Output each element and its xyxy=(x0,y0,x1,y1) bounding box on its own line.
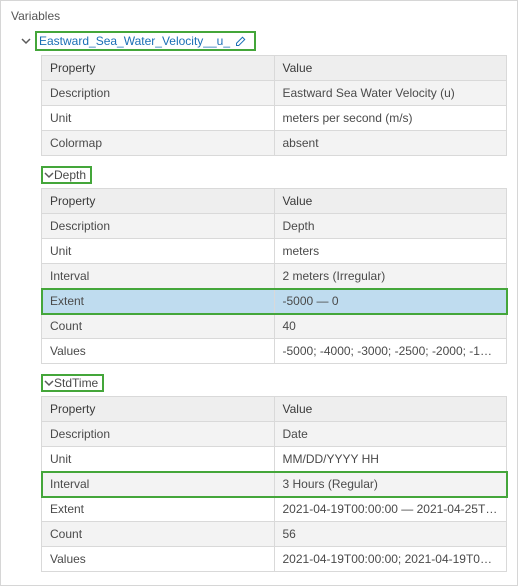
cell-val: 2 meters (Irregular) xyxy=(274,264,507,289)
dimension-header[interactable]: StdTime xyxy=(41,374,507,392)
dimension-title: Depth xyxy=(54,168,86,182)
cell-key: Extent xyxy=(42,289,275,314)
dimension-node-depth: Depth Property Value Description Depth U… xyxy=(41,166,507,364)
table-row[interactable]: Unit meters per second (m/s) xyxy=(42,106,507,131)
cell-val: Eastward Sea Water Velocity (u) xyxy=(274,81,507,106)
cell-key: Unit xyxy=(42,239,275,264)
panel-title: Variables xyxy=(11,7,507,31)
variable-node-eastward: Eastward_Sea_Water_Velocity__u_ Property… xyxy=(21,31,507,572)
table-row[interactable]: Extent 2021-04-19T00:00:00 — 2021-04-25T… xyxy=(42,497,507,522)
cell-val: MM/DD/YYYY HH xyxy=(274,447,507,472)
table-row[interactable]: Count 40 xyxy=(42,314,507,339)
stdtime-properties-table: Property Value Description Date Unit MM/… xyxy=(41,396,507,572)
table-row[interactable]: Values 2021-04-19T00:00:00; 2021-04-19T0… xyxy=(42,547,507,572)
dimension-node-stdtime: StdTime Property Value Description Date … xyxy=(41,374,507,572)
cell-key: Unit xyxy=(42,106,275,131)
variable-title[interactable]: Eastward_Sea_Water_Velocity__u_ xyxy=(39,34,230,48)
cell-key: Values xyxy=(42,339,275,364)
cell-val: meters xyxy=(274,239,507,264)
cell-key: Count xyxy=(42,314,275,339)
table-row[interactable]: Unit MM/DD/YYYY HH xyxy=(42,447,507,472)
table-row[interactable]: Description Depth xyxy=(42,214,507,239)
cell-val: Depth xyxy=(274,214,507,239)
table-header-row: Property Value xyxy=(42,397,507,422)
chevron-down-icon xyxy=(21,36,31,46)
col-property[interactable]: Property xyxy=(42,189,275,214)
table-row-interval-highlight[interactable]: Interval 3 Hours (Regular) xyxy=(42,472,507,497)
cell-key: Interval xyxy=(42,264,275,289)
cell-key: Count xyxy=(42,522,275,547)
pencil-icon[interactable] xyxy=(234,34,248,48)
table-row[interactable]: Interval 2 meters (Irregular) xyxy=(42,264,507,289)
cell-val: 56 xyxy=(274,522,507,547)
cell-key: Description xyxy=(42,422,275,447)
cell-key: Values xyxy=(42,547,275,572)
dimension-title: StdTime xyxy=(54,376,98,390)
cell-val: Date xyxy=(274,422,507,447)
cell-val: 2021-04-19T00:00:00 — 2021-04-25T21:00:0… xyxy=(274,497,507,522)
table-row-extent-highlight[interactable]: Extent -5000 — 0 xyxy=(42,289,507,314)
table-header-row: Property Value xyxy=(42,189,507,214)
cell-val: -5000 — 0 xyxy=(274,289,507,314)
depth-title-highlight: Depth xyxy=(41,166,92,184)
cell-val: -5000; -4000; -3000; -2500; -2000; -1500… xyxy=(274,339,507,364)
col-property[interactable]: Property xyxy=(42,56,275,81)
chevron-down-icon xyxy=(44,170,54,180)
table-row[interactable]: Colormap absent xyxy=(42,131,507,156)
dimension-header[interactable]: Depth xyxy=(41,166,507,184)
variables-panel: Variables Eastward_Sea_Water_Velocity__u… xyxy=(0,0,518,586)
table-row[interactable]: Description Eastward Sea Water Velocity … xyxy=(42,81,507,106)
cell-val: 40 xyxy=(274,314,507,339)
cell-val: 3 Hours (Regular) xyxy=(274,472,507,497)
stdtime-title-highlight: StdTime xyxy=(41,374,104,392)
cell-val: meters per second (m/s) xyxy=(274,106,507,131)
col-property[interactable]: Property xyxy=(42,397,275,422)
table-row[interactable]: Count 56 xyxy=(42,522,507,547)
cell-key: Interval xyxy=(42,472,275,497)
table-row[interactable]: Unit meters xyxy=(42,239,507,264)
table-row[interactable]: Values -5000; -4000; -3000; -2500; -2000… xyxy=(42,339,507,364)
chevron-down-icon xyxy=(44,378,54,388)
depth-properties-table: Property Value Description Depth Unit me… xyxy=(41,188,507,364)
cell-key: Unit xyxy=(42,447,275,472)
cell-key: Description xyxy=(42,214,275,239)
variable-title-highlight: Eastward_Sea_Water_Velocity__u_ xyxy=(35,31,256,51)
variable-properties-table: Property Value Description Eastward Sea … xyxy=(41,55,507,156)
table-header-row: Property Value xyxy=(42,56,507,81)
col-value[interactable]: Value xyxy=(274,189,507,214)
col-value[interactable]: Value xyxy=(274,397,507,422)
cell-val: absent xyxy=(274,131,507,156)
cell-val: 2021-04-19T00:00:00; 2021-04-19T03:00:00… xyxy=(274,547,507,572)
table-row[interactable]: Description Date xyxy=(42,422,507,447)
cell-key: Description xyxy=(42,81,275,106)
col-value[interactable]: Value xyxy=(274,56,507,81)
cell-key: Extent xyxy=(42,497,275,522)
cell-key: Colormap xyxy=(42,131,275,156)
variable-header[interactable]: Eastward_Sea_Water_Velocity__u_ xyxy=(21,31,507,51)
